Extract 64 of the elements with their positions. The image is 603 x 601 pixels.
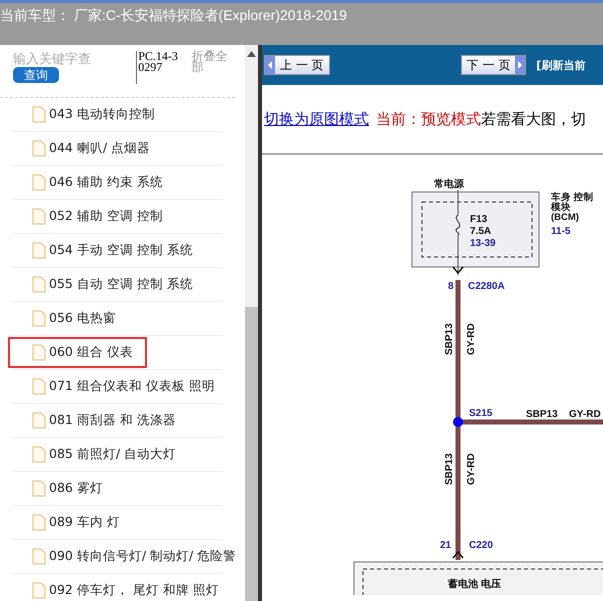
circuit-label: SBP13	[526, 409, 558, 420]
battery-label: 蓄电池 电压	[448, 579, 501, 590]
document-icon	[32, 310, 46, 327]
wire-color-label: GY-RD	[466, 323, 477, 355]
hint-text: 若需看大图，切	[481, 110, 586, 128]
document-icon	[32, 106, 46, 123]
connector-label: C220	[469, 540, 493, 551]
scrollbar-thumb[interactable]	[245, 307, 258, 601]
scroll-up-icon[interactable]	[247, 51, 256, 57]
fuse-icon	[456, 214, 460, 236]
module-label: 车身 控制	[551, 192, 594, 203]
sidebar-item[interactable]: 056 电热窗	[8, 303, 124, 334]
document-icon	[32, 378, 46, 395]
wire-color-label: GY-RD	[466, 453, 477, 485]
sidebar-item[interactable]: 071 组合仪表和 仪表板 照明	[8, 371, 223, 402]
pin-label: 8	[448, 281, 454, 292]
sidebar-item[interactable]: 044 喇叭/ 点烟器	[8, 133, 158, 164]
circuit-label: SBP13	[444, 453, 455, 485]
module-label: 模块	[551, 202, 571, 213]
sidebar-item[interactable]: 081 雨刮器 和 洗涤器	[8, 405, 184, 436]
splice-dot	[453, 417, 463, 427]
sidebar-item[interactable]: 092 停车灯， 尾灯 和牌 照灯	[8, 575, 227, 601]
document-icon	[32, 242, 46, 259]
fuse-label: F13	[470, 214, 488, 225]
module-reference: 11-5	[551, 226, 570, 237]
sidebar-item[interactable]: 085 前照灯/ 自动大灯	[8, 439, 184, 470]
scrollbar[interactable]	[245, 45, 258, 601]
sidebar-item[interactable]: 043 电动转向控制	[8, 99, 163, 130]
sidebar-item[interactable]: 090 转向信号灯/ 制动灯/ 危险警	[8, 541, 244, 572]
sidebar-item[interactable]: 046 辅助 约束 系统	[8, 167, 171, 198]
sidebar-item[interactable]: 052 辅助 空调 控制	[8, 201, 171, 232]
sidebar-item[interactable]: 089 车内 灯	[8, 507, 128, 538]
wire-color-label: GY-RD	[569, 409, 601, 420]
previous-page-button[interactable]: 上 一 页	[264, 55, 330, 75]
sidebar-item[interactable]: 055 自动 空调 控制 系统	[8, 269, 201, 300]
fuse-reference: 13-39	[470, 238, 496, 249]
document-icon	[32, 140, 46, 157]
document-icon	[32, 514, 46, 531]
window-title: 当前车型： 厂家:C-长安福特探险者(Explorer)2018-2019	[0, 7, 347, 23]
pin-label: 21	[440, 540, 452, 551]
sidebar-item[interactable]: 054 手动 空调 控制 系统	[8, 235, 201, 266]
document-icon	[32, 582, 46, 599]
search-button[interactable]: 查询	[13, 67, 59, 83]
sidebar-item[interactable]: 060 组合 仪表	[8, 337, 147, 368]
connector-label: C2280A	[468, 281, 505, 292]
document-icon	[32, 344, 46, 361]
switch-mode-link[interactable]: 切换为原图模式	[264, 110, 369, 128]
fuse-rating: 7.5A	[470, 226, 492, 237]
document-icon	[32, 548, 46, 565]
code-text: PC.14-30297	[136, 51, 182, 84]
document-icon	[32, 412, 46, 429]
refresh-link[interactable]: [刷新当前	[536, 58, 586, 72]
document-icon	[32, 480, 46, 497]
document-icon	[32, 174, 46, 191]
power-label: 常电源	[434, 179, 464, 190]
module-label: (BCM)	[551, 212, 579, 223]
document-icon	[32, 208, 46, 225]
document-icon	[32, 276, 46, 293]
document-icon	[32, 446, 46, 463]
current-mode-text: 当前：预览模式	[376, 110, 481, 128]
next-page-button[interactable]: 下 一 页	[460, 55, 526, 75]
sidebar-item[interactable]: 086 雾灯	[8, 473, 111, 504]
circuit-label: SBP13	[444, 323, 455, 355]
splice-label: S215	[469, 408, 492, 419]
